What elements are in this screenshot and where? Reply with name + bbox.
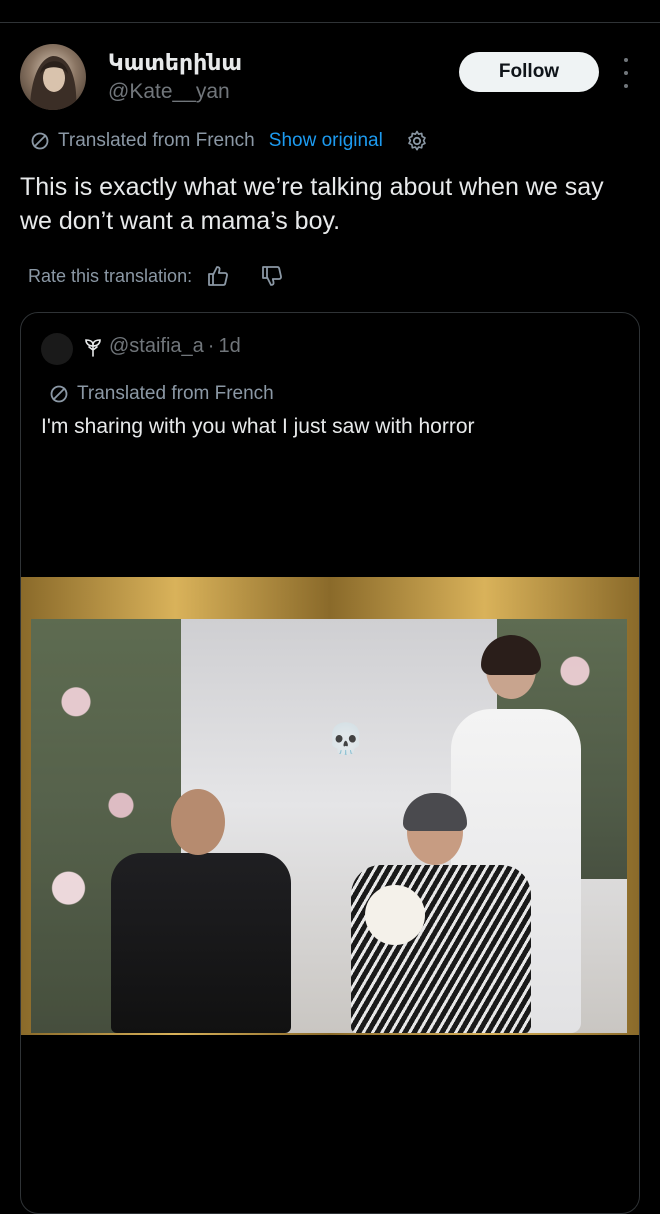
thumbs-up-icon[interactable] <box>206 264 230 288</box>
translate-icon <box>50 385 68 403</box>
top-divider <box>0 22 660 23</box>
more-icon[interactable] <box>614 58 638 88</box>
author-handle[interactable]: @Kate__yan <box>108 80 230 104</box>
quoted-media-image[interactable]: 💀 <box>21 577 639 1035</box>
quoted-avatar[interactable] <box>41 333 73 365</box>
translated-label: Translated from French <box>58 130 255 151</box>
sprout-icon <box>85 338 101 357</box>
thumbs-down-icon[interactable] <box>260 264 284 288</box>
quoted-translation-notice: Translated from French <box>49 381 274 407</box>
show-original-link[interactable]: Show original <box>269 130 383 152</box>
tweet-text: This is exactly what we’re talking about… <box>20 173 604 235</box>
quoted-tweet[interactable]: @staifia_a · 1d Translated from French I… <box>20 312 640 1214</box>
author-name[interactable]: Կատերինա <box>108 50 242 76</box>
follow-button[interactable]: Follow <box>459 52 599 92</box>
quoted-meta: @staifia_a · 1d <box>83 335 241 358</box>
avatar[interactable] <box>20 44 86 110</box>
quoted-separator: · <box>207 335 215 357</box>
quoted-time: 1d <box>218 335 241 357</box>
gear-icon[interactable] <box>405 129 429 153</box>
quoted-translated-label: Translated from French <box>77 383 274 404</box>
quoted-handle[interactable]: @staifia_a <box>109 335 204 358</box>
skull-icon: 💀 <box>327 723 365 756</box>
quoted-text: I'm sharing with you what I just saw wit… <box>41 415 475 438</box>
translation-notice: Translated from French Show original <box>30 128 429 154</box>
woman-figure <box>341 793 541 1033</box>
wedding-photo: 💀 <box>31 619 627 1033</box>
man-figure <box>101 789 301 1033</box>
rate-label: Rate this translation: <box>28 265 193 286</box>
rate-translation: Rate this translation: <box>28 262 284 290</box>
translate-icon <box>31 132 49 150</box>
